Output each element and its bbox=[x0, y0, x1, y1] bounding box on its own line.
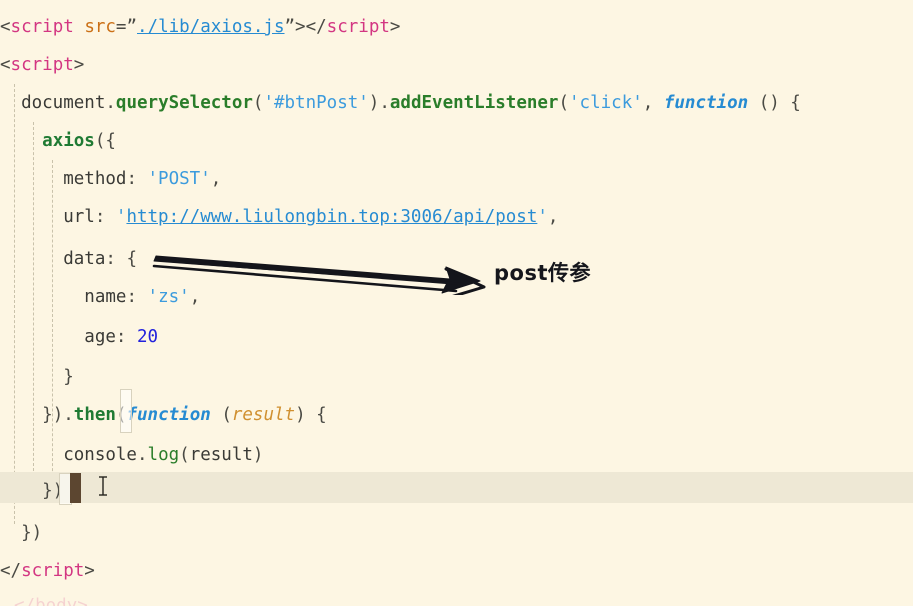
code-token: ) bbox=[368, 93, 380, 113]
code-token: ' bbox=[537, 207, 548, 227]
code-token: . bbox=[136, 445, 148, 465]
code-line-14[interactable]: }) bbox=[0, 514, 913, 552]
code-token: . bbox=[379, 93, 390, 113]
code-token: url bbox=[63, 207, 95, 227]
code-token: < bbox=[0, 55, 11, 75]
code-token: function bbox=[663, 93, 749, 113]
code-token: data bbox=[63, 249, 106, 269]
code-line-4[interactable]: axios({ bbox=[0, 122, 913, 160]
code-line-5[interactable]: method: 'POST', bbox=[0, 160, 913, 198]
code-token: > bbox=[73, 55, 85, 75]
code-line-1[interactable]: <script src=”./lib/axios.js”></script> bbox=[0, 8, 913, 46]
code-token: querySelector bbox=[115, 93, 253, 113]
bracket-match-highlight-open bbox=[120, 389, 132, 433]
code-token: ) bbox=[252, 445, 264, 465]
code-token: addEventListener bbox=[389, 93, 559, 113]
code-token: : { bbox=[105, 249, 137, 269]
clipped-bottom-line: </body> bbox=[14, 596, 88, 606]
code-token: =” bbox=[115, 17, 137, 37]
code-token: ./lib/axios.js bbox=[137, 17, 285, 37]
text-caret bbox=[70, 473, 81, 503]
code-token: 'click' bbox=[569, 93, 643, 113]
code-token: console bbox=[63, 445, 137, 465]
code-token: : bbox=[126, 169, 148, 189]
code-token: document bbox=[21, 93, 106, 113]
code-line-15[interactable]: </script> bbox=[0, 552, 913, 590]
code-token: ( bbox=[252, 93, 264, 113]
code-token: ( bbox=[179, 445, 190, 465]
code-token: , bbox=[547, 207, 559, 227]
code-line-3[interactable]: document.querySelector('#btnPost').addEv… bbox=[0, 84, 913, 122]
code-token: } bbox=[63, 367, 74, 387]
code-token: < bbox=[0, 17, 11, 37]
code-token: ({ bbox=[94, 131, 116, 151]
code-token: ”> bbox=[284, 17, 306, 37]
code-token: script bbox=[10, 55, 74, 75]
code-token: result bbox=[189, 445, 253, 465]
code-token: then bbox=[73, 405, 116, 425]
code-token: : bbox=[115, 327, 137, 347]
code-token: 20 bbox=[136, 327, 159, 347]
code-token: 'POST' bbox=[147, 169, 211, 189]
code-token: axios bbox=[42, 131, 95, 151]
code-token: log bbox=[147, 445, 180, 465]
code-token: function bbox=[126, 405, 211, 425]
code-token: : bbox=[94, 207, 116, 227]
code-token: age bbox=[84, 327, 116, 347]
code-token: src bbox=[84, 17, 116, 37]
code-token: ) { bbox=[295, 405, 327, 425]
code-token: }) bbox=[21, 523, 43, 543]
code-token: http://www.liulongbin.top:3006/api/post bbox=[126, 207, 538, 227]
code-line-10[interactable]: } bbox=[0, 358, 913, 396]
code-token: ' bbox=[115, 207, 127, 227]
code-token: . bbox=[63, 405, 74, 425]
code-token: () { bbox=[748, 93, 801, 113]
code-token: result bbox=[231, 405, 296, 425]
code-token: </ bbox=[0, 561, 22, 581]
code-line-13[interactable]: }) bbox=[0, 472, 913, 510]
code-line-11[interactable]: }).then(function (result) { bbox=[0, 396, 913, 434]
code-token: </ bbox=[305, 17, 327, 37]
code-line-8[interactable]: name: 'zs', bbox=[0, 278, 913, 316]
code-token: > bbox=[84, 561, 95, 581]
code-line-7[interactable]: data: { bbox=[0, 240, 913, 278]
code-editor[interactable]: <script src=”./lib/axios.js”></script> <… bbox=[0, 0, 913, 606]
code-token: name bbox=[84, 287, 127, 307]
code-token: ( bbox=[210, 405, 232, 425]
annotation-label: post传参 bbox=[494, 261, 591, 285]
code-token: script bbox=[10, 17, 74, 37]
code-token: , bbox=[210, 169, 222, 189]
code-token: , bbox=[642, 93, 664, 113]
code-token: }) bbox=[42, 405, 64, 425]
code-line-12[interactable]: console.log(result) bbox=[0, 436, 913, 474]
code-line-9[interactable]: age: 20 bbox=[0, 318, 913, 356]
code-token: : bbox=[126, 287, 148, 307]
code-token: method bbox=[63, 169, 127, 189]
code-token: , bbox=[189, 287, 201, 307]
code-token: . bbox=[105, 93, 116, 113]
code-token: script bbox=[21, 561, 85, 581]
code-token: script bbox=[326, 17, 390, 37]
code-line-6[interactable]: url: 'http://www.liulongbin.top:3006/api… bbox=[0, 198, 913, 236]
code-line-2[interactable]: <script> bbox=[0, 46, 913, 84]
code-token: '#btnPost' bbox=[263, 93, 369, 113]
code-token: > bbox=[389, 17, 401, 37]
code-token: ( bbox=[558, 93, 570, 113]
code-token: 'zs' bbox=[147, 287, 190, 307]
